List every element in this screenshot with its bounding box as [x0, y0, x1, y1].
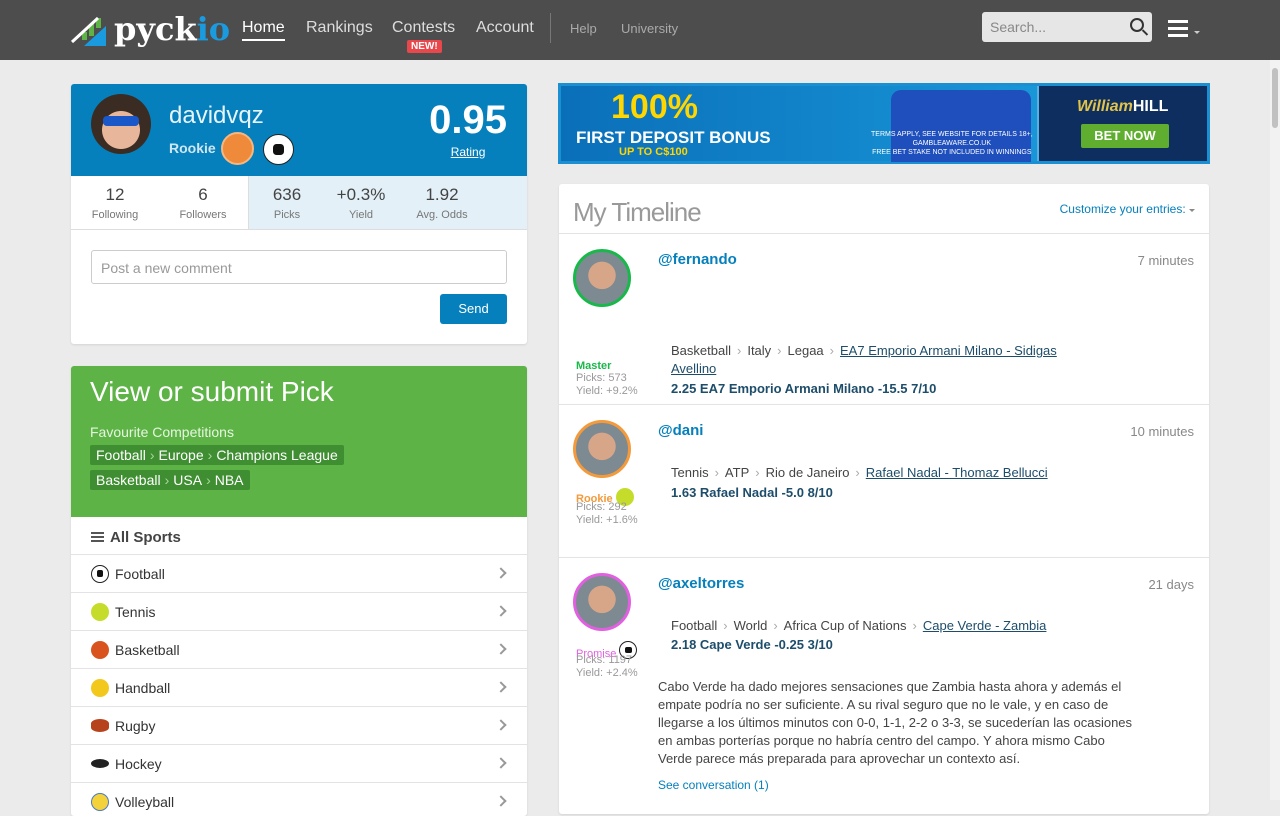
customize-entries-dropdown[interactable]: Customize your entries:: [1060, 202, 1195, 216]
nav-university[interactable]: University: [621, 21, 678, 36]
breadcrumb: Tennis › ATP › Rio de Janeiro › Rafael Nadal -…: [671, 465, 1048, 480]
nav-account[interactable]: Account: [476, 19, 534, 37]
list-icon: [91, 532, 104, 542]
pick-title[interactable]: View or submit Pick: [90, 376, 508, 408]
bet-now-button[interactable]: BET NOW: [1081, 124, 1169, 148]
handball-icon: [91, 678, 109, 697]
send-button[interactable]: Send: [440, 294, 507, 324]
chevron-right-icon: [495, 719, 507, 731]
sport-item-rugby[interactable]: Rugby: [71, 707, 527, 745]
breadcrumb: Basketball › Italy › Legaa › EA7 Emporio Arman…: [671, 343, 1057, 376]
top-nav-bar: pyckio Home Rankings Contests NEW! Accou…: [0, 0, 1280, 60]
new-badge: NEW!: [407, 40, 442, 53]
sport-item-hockey[interactable]: Hockey: [71, 745, 527, 783]
username-link[interactable]: @fernando: [658, 251, 737, 268]
chevron-right-icon: [495, 643, 507, 655]
stat-picks: 636 Picks: [272, 185, 302, 221]
avatar[interactable]: [573, 249, 631, 307]
chevron-right-icon: [495, 605, 507, 617]
user-stats: Picks: 1197 Yield: +2.4%: [576, 654, 638, 679]
stat-followers[interactable]: 6 Followers: [159, 176, 247, 229]
rookie-badge-icon: [221, 132, 254, 165]
timeline-card: My Timeline Customize your entries: Mast…: [559, 184, 1209, 814]
football-icon: [91, 564, 109, 583]
pick-summary: 2.18 Cape Verde -0.25 3/10: [671, 637, 833, 652]
all-sports-header[interactable]: All Sports: [71, 517, 527, 555]
chevron-down-icon[interactable]: [1194, 31, 1200, 37]
ad-subheadline: FIRST DEPOSIT BONUS: [576, 128, 771, 147]
avatar[interactable]: [573, 420, 631, 478]
logo-text: pyck: [114, 10, 197, 48]
ad-terms: TERMS APPLY, SEE WEBSITE FOR DETAILS 18+…: [871, 131, 1033, 156]
pick-summary: 2.25 EA7 Emporio Armani Milano -15.5 7/1…: [671, 381, 937, 396]
menu-icon[interactable]: [1168, 20, 1188, 41]
timestamp: 21 days: [1148, 577, 1194, 592]
event-link[interactable]: Rafael Nadal - Thomaz Bellucci: [866, 465, 1048, 480]
sport-item-basketball[interactable]: Basketball: [71, 631, 527, 669]
nav-help[interactable]: Help: [570, 21, 597, 36]
pick-comment: Cabo Verde ha dado mejores sensaciones q…: [658, 679, 1133, 766]
rating-value: 0.95: [429, 98, 507, 142]
search-placeholder: Search...: [990, 19, 1047, 35]
stat-following[interactable]: 12 Following: [71, 176, 159, 229]
timestamp: 10 minutes: [1130, 424, 1194, 439]
basketball-icon: [91, 640, 109, 659]
nav-contests[interactable]: Contests: [392, 19, 455, 37]
user-rank: Rookie: [169, 140, 216, 156]
username[interactable]: davidvqz: [169, 102, 264, 130]
user-rank: Master: [576, 360, 612, 372]
event-link[interactable]: Cape Verde - Zambia: [923, 618, 1047, 633]
username-link[interactable]: @axeltorres: [658, 575, 744, 592]
volleyball-icon: [91, 792, 109, 811]
avatar[interactable]: [573, 573, 631, 631]
profile-card: davidvqz Rookie 0.95 Rating 12 Following 6…: [71, 84, 527, 344]
avatar[interactable]: [91, 94, 151, 154]
logo-text-accent: io: [196, 10, 231, 48]
username-link[interactable]: @dani: [658, 422, 703, 439]
ad-headline: 100%: [611, 88, 698, 126]
rating-link[interactable]: Rating: [451, 145, 486, 159]
pick-card: View or submit Pick Favourite Competitio…: [71, 366, 527, 816]
sport-item-handball[interactable]: Handball: [71, 669, 527, 707]
ad-offer: UP TO C$100: [619, 146, 688, 158]
fav-competition-champions-league[interactable]: Football › Europe › Champions League: [90, 445, 344, 465]
pyckio-logo[interactable]: pyckio: [70, 10, 230, 48]
search-input[interactable]: Search...: [982, 12, 1152, 42]
chevron-right-icon: [495, 681, 507, 693]
nav-home[interactable]: Home: [242, 19, 285, 41]
timeline-title: My Timeline: [573, 197, 702, 227]
chevron-right-icon: [495, 567, 507, 579]
sport-item-tennis[interactable]: Tennis: [71, 593, 527, 631]
logo-chart-icon: [70, 12, 106, 46]
football-icon: [263, 134, 294, 165]
stat-avg-odds: 1.92 Avg. Odds: [416, 185, 468, 221]
chevron-down-icon: [1189, 209, 1195, 215]
nav-divider: [550, 13, 551, 43]
william-hill-logo: WilliamHILL: [1077, 98, 1169, 115]
nav-rankings[interactable]: Rankings: [306, 19, 373, 37]
timeline-entry: Rookie Picks: 292 Yield: +1.6% @dani 10 m…: [559, 405, 1209, 558]
sport-item-football[interactable]: Football: [71, 555, 527, 593]
stat-yield: +0.3% Yield: [336, 185, 386, 221]
search-icon[interactable]: [1130, 18, 1144, 32]
chevron-right-icon: [495, 757, 507, 769]
timeline-entry: Promise Picks: 1197 Yield: +2.4% @axeltor…: [559, 558, 1209, 814]
see-conversation-link[interactable]: See conversation (1): [658, 778, 769, 792]
scrollbar[interactable]: [1270, 60, 1280, 800]
rugby-ball-icon: [91, 719, 109, 732]
fav-competition-nba[interactable]: Basketball › USA › NBA: [90, 470, 250, 490]
favourites-label: Favourite Competitions: [90, 424, 234, 440]
comment-input[interactable]: Post a new comment: [91, 250, 507, 284]
william-hill-ad-banner[interactable]: 100% FIRST DEPOSIT BONUS UP TO C$100 TER…: [558, 83, 1210, 164]
pick-summary: 1.63 Rafael Nadal -5.0 8/10: [671, 485, 833, 500]
breadcrumb: Football › World › Africa Cup of Nations › Cap…: [671, 618, 1047, 633]
timestamp: 7 minutes: [1137, 253, 1194, 268]
user-stats: Picks: 573 Yield: +9.2%: [576, 372, 638, 397]
user-stats: Picks: 292 Yield: +1.6%: [576, 501, 638, 526]
hockey-puck-icon: [91, 759, 109, 768]
chevron-right-icon: [495, 795, 507, 807]
timeline-entry: Master Picks: 573 Yield: +9.2% @fernando …: [559, 234, 1209, 405]
tennis-ball-icon: [91, 602, 109, 621]
